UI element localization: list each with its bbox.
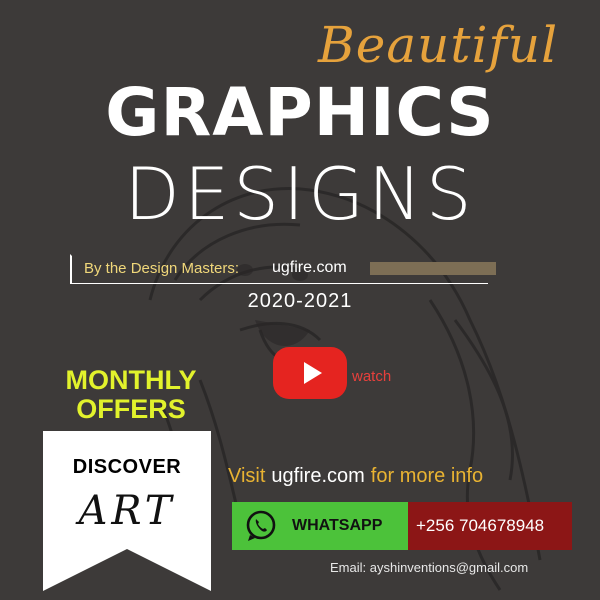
phone-box: +256 704678948 <box>408 502 572 550</box>
whatsapp-label: WHATSAPP <box>292 517 383 534</box>
poster: Beautiful GRAPHICS DESIGNS By the Design… <box>0 0 600 600</box>
headline-graphics: GRAPHICS <box>105 74 495 151</box>
youtube-play-icon[interactable] <box>273 347 347 399</box>
offers-label: OFFERS <box>76 394 186 424</box>
phone-number: +256 704678948 <box>416 516 545 535</box>
byline-underline <box>70 283 488 284</box>
watch-label[interactable]: watch <box>352 368 391 385</box>
byline-text: By the Design Masters: <box>84 260 240 277</box>
whatsapp-icon <box>246 510 276 541</box>
visit-prefix: Visit <box>228 465 266 487</box>
ribbon-discover: DISCOVER <box>72 456 182 478</box>
play-triangle-icon <box>304 362 322 384</box>
byline-site: ugfire.com <box>272 259 347 276</box>
email-contact: Email: ayshinventions@gmail.com <box>330 560 529 575</box>
monthly-label: MONTHLY <box>65 365 197 395</box>
byline-accent-bar <box>370 262 496 275</box>
headline-designs: DESIGNS <box>124 152 476 236</box>
ribbon-art: ART <box>78 488 176 534</box>
years-label: 2020-2021 <box>247 290 353 312</box>
visit-site-link[interactable]: ugfire.com <box>271 465 364 487</box>
visit-suffix: for more info <box>370 465 484 487</box>
visit-line: Visit ugfire.com for more info <box>228 465 483 488</box>
whatsapp-button[interactable]: WHATSAPP <box>232 502 408 550</box>
headline-script-word: Beautiful <box>318 16 559 74</box>
